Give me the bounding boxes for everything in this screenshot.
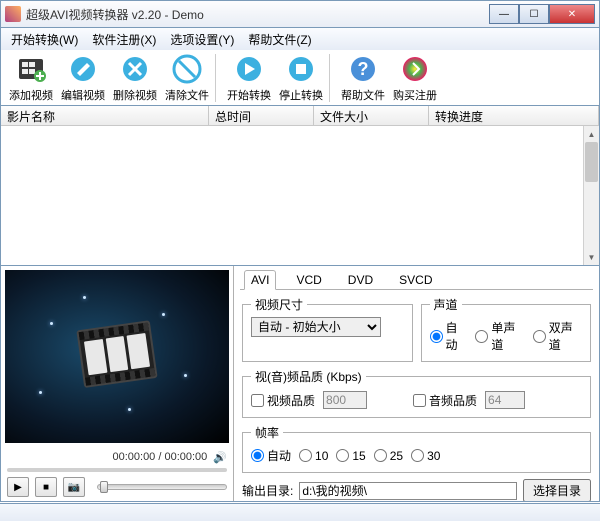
- toolbar-add-video[interactable]: 添加视频: [5, 51, 57, 105]
- window-buttons: — ☐ ✕: [489, 4, 595, 24]
- bitrate-label: 视(音)频品质 (Kbps): [251, 368, 366, 385]
- stop-button[interactable]: ■: [35, 477, 57, 497]
- tab-svcd[interactable]: SVCD: [393, 271, 438, 289]
- tab-dvd[interactable]: DVD: [342, 271, 379, 289]
- format-tabs: AVI VCD DVD SVCD: [240, 270, 593, 290]
- toolbar-separator: [215, 54, 221, 102]
- toolbar-label: 编辑视频: [61, 87, 105, 103]
- buy-register-icon: [399, 53, 431, 85]
- col-duration[interactable]: 总时间: [209, 106, 314, 125]
- window-title: 超级AVI视频转换器 v2.20 - Demo: [26, 6, 489, 23]
- preview-pane: 00:00:00 / 00:00:00 🔊 ▶ ■ 📷: [1, 266, 234, 501]
- menu-start-convert[interactable]: 开始转换(W): [7, 29, 82, 50]
- toolbar-stop-convert[interactable]: 停止转换: [275, 51, 327, 105]
- file-list: 影片名称 总时间 文件大小 转换进度 ▲ ▼: [0, 106, 600, 266]
- fr-15[interactable]: 15: [336, 449, 365, 463]
- output-label: 输出目录:: [242, 482, 293, 499]
- start-convert-icon: [233, 53, 265, 85]
- audio-auto[interactable]: 自动: [430, 319, 468, 353]
- sound-icon[interactable]: 🔊: [213, 451, 227, 464]
- toolbar-label: 删除视频: [113, 87, 157, 103]
- tab-vcd[interactable]: VCD: [290, 271, 327, 289]
- toolbar-start-convert[interactable]: 开始转换: [223, 51, 275, 105]
- toolbar-label: 购买注册: [393, 87, 437, 103]
- playback-controls: ▶ ■ 📷: [1, 473, 233, 501]
- fr-25[interactable]: 25: [374, 449, 403, 463]
- audio-stereo[interactable]: 双声道: [533, 319, 582, 353]
- audio-bitrate-check[interactable]: 音频品质: [413, 392, 477, 409]
- volume-slider[interactable]: [97, 484, 227, 490]
- fr-auto[interactable]: 自动: [251, 447, 291, 464]
- audio-mono[interactable]: 单声道: [475, 319, 524, 353]
- time-text: 00:00:00 / 00:00:00: [112, 451, 207, 463]
- list-scrollbar[interactable]: ▲ ▼: [583, 126, 599, 265]
- col-progress[interactable]: 转换进度: [429, 106, 599, 125]
- video-bitrate-input[interactable]: [323, 391, 367, 409]
- filmstrip-icon: [76, 320, 157, 388]
- minimize-button[interactable]: —: [489, 4, 519, 24]
- menu-help[interactable]: 帮助文件(Z): [244, 29, 315, 50]
- settings-pane: AVI VCD DVD SVCD 视频尺寸 自动 - 初始大小 声道 自动 单声…: [234, 266, 599, 501]
- list-header: 影片名称 总时间 文件大小 转换进度: [1, 106, 599, 126]
- tab-avi[interactable]: AVI: [244, 270, 276, 290]
- statusbar: [0, 503, 600, 521]
- play-button[interactable]: ▶: [7, 477, 29, 497]
- titlebar: 超级AVI视频转换器 v2.20 - Demo — ☐ ✕: [0, 0, 600, 28]
- toolbar-label: 清除文件: [165, 87, 209, 103]
- maximize-button[interactable]: ☐: [519, 4, 549, 24]
- edit-video-icon: [67, 53, 99, 85]
- menubar: 开始转换(W) 软件注册(X) 选项设置(Y) 帮助文件(Z): [0, 28, 600, 50]
- audio-bitrate-input[interactable]: [485, 391, 525, 409]
- col-name[interactable]: 影片名称: [1, 106, 209, 125]
- toolbar-help[interactable]: ? 帮助文件: [337, 51, 389, 105]
- stop-convert-icon: [285, 53, 317, 85]
- toolbar-delete-video[interactable]: 删除视频: [109, 51, 161, 105]
- seek-bar[interactable]: [7, 468, 227, 472]
- snapshot-button[interactable]: 📷: [63, 477, 85, 497]
- bitrate-group: 视(音)频品质 (Kbps) 视频品质 音频品质: [242, 368, 591, 418]
- menu-options[interactable]: 选项设置(Y): [166, 29, 238, 50]
- toolbar-separator: [329, 54, 335, 102]
- fr-10[interactable]: 10: [299, 449, 328, 463]
- close-button[interactable]: ✕: [549, 4, 595, 24]
- framerate-group: 帧率 自动 10 15 25 30: [242, 424, 591, 473]
- video-size-group: 视频尺寸 自动 - 初始大小: [242, 296, 413, 362]
- toolbar: 添加视频 编辑视频 删除视频 清除文件 开始转换 停止转换 ? 帮助文件 购买注…: [0, 50, 600, 106]
- scroll-thumb[interactable]: [585, 142, 598, 182]
- browse-button[interactable]: 选择目录: [523, 479, 591, 501]
- toolbar-edit-video[interactable]: 编辑视频: [57, 51, 109, 105]
- audio-channel-label: 声道: [430, 296, 462, 313]
- video-size-select[interactable]: 自动 - 初始大小: [251, 317, 381, 337]
- svg-text:?: ?: [358, 59, 369, 79]
- scroll-up-icon[interactable]: ▲: [584, 126, 599, 142]
- preview-display: [5, 270, 229, 443]
- toolbar-label: 开始转换: [227, 87, 271, 103]
- help-icon: ?: [347, 53, 379, 85]
- preview-time: 00:00:00 / 00:00:00 🔊: [1, 447, 233, 467]
- toolbar-label: 帮助文件: [341, 87, 385, 103]
- lower-pane: 00:00:00 / 00:00:00 🔊 ▶ ■ 📷 AVI VCD DVD …: [0, 266, 600, 502]
- toolbar-clear-files[interactable]: 清除文件: [161, 51, 213, 105]
- app-icon: [5, 6, 21, 22]
- toolbar-label: 添加视频: [9, 87, 53, 103]
- output-dir-row: 输出目录: 选择目录: [242, 479, 591, 501]
- menu-register[interactable]: 软件注册(X): [88, 29, 160, 50]
- add-video-icon: [15, 53, 47, 85]
- framerate-label: 帧率: [251, 424, 283, 441]
- delete-video-icon: [119, 53, 151, 85]
- fr-30[interactable]: 30: [411, 449, 440, 463]
- toolbar-label: 停止转换: [279, 87, 323, 103]
- audio-channel-group: 声道 自动 单声道 双声道: [421, 296, 592, 362]
- scroll-down-icon[interactable]: ▼: [584, 249, 599, 265]
- clear-files-icon: [171, 53, 203, 85]
- col-size[interactable]: 文件大小: [314, 106, 429, 125]
- video-bitrate-check[interactable]: 视频品质: [251, 392, 315, 409]
- video-size-label: 视频尺寸: [251, 296, 307, 313]
- toolbar-buy-register[interactable]: 购买注册: [389, 51, 441, 105]
- output-path-input[interactable]: [299, 482, 517, 500]
